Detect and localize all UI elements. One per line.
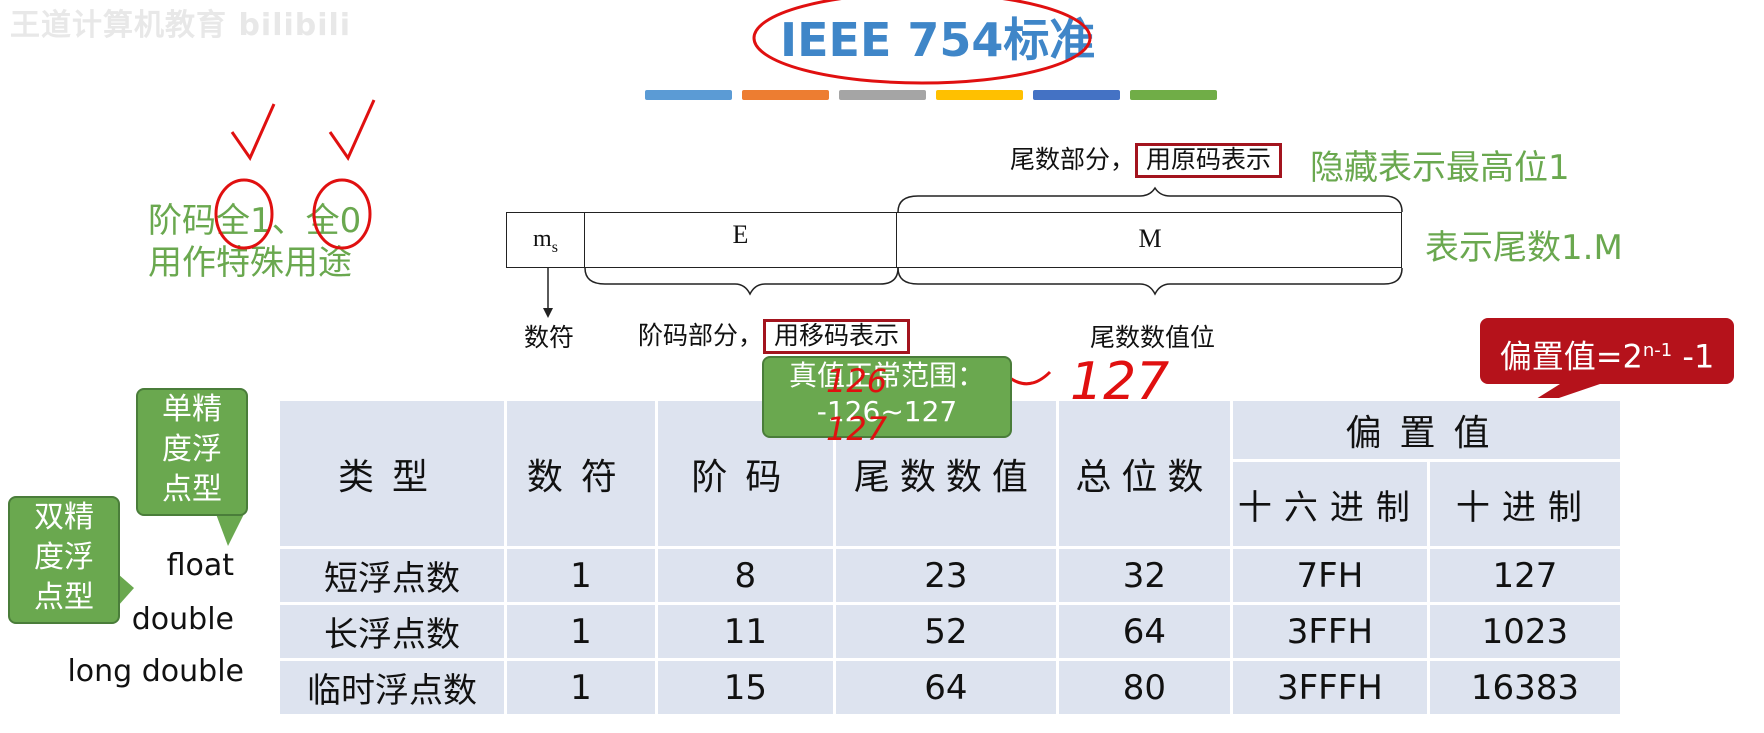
sign-bit-label: 数符 — [524, 325, 575, 352]
handwritten-127-large: 127 — [1070, 352, 1170, 412]
row-type: 长浮点数 — [277, 602, 507, 661]
callout-exponent: n-1 — [1642, 340, 1673, 361]
bias-formula-callout: 偏置值=2n-1 -1 — [1480, 318, 1734, 384]
callout-text: 偏置值=2 — [1499, 337, 1643, 376]
row-exponent: 15 — [654, 658, 836, 717]
callout-text: -1 — [1672, 337, 1715, 376]
callout-text: 度浮 — [162, 432, 222, 467]
callout-text: 双精 — [34, 500, 94, 535]
row-exponent: 11 — [654, 602, 836, 661]
handwritten-126: 126 — [826, 362, 888, 400]
callout-text: 点型 — [34, 580, 94, 615]
row-total: 80 — [1055, 658, 1233, 717]
header-total-bits: 总位数 — [1055, 398, 1233, 549]
row-mantissa: 23 — [832, 546, 1059, 605]
callout-text: 度浮 — [34, 540, 94, 575]
row-mantissa: 52 — [832, 602, 1059, 661]
exponent-label: 阶码部分， 用移码表示 — [638, 316, 911, 354]
row-dec: 1023 — [1426, 602, 1624, 661]
mantissa-bits-label: 尾数数值位 — [1090, 325, 1216, 352]
label-text: 阶码部分， — [638, 323, 764, 350]
row-total: 64 — [1055, 602, 1233, 661]
double-precision-callout: 双精 度浮 点型 — [8, 496, 120, 624]
boxed-label: 用移码表示 — [763, 319, 911, 354]
row-label-long-double: long double — [67, 654, 244, 689]
row-total: 32 — [1055, 546, 1233, 605]
callout-text: 点型 — [162, 472, 222, 507]
row-label-float: float — [166, 548, 234, 583]
header-type: 类型 — [277, 398, 507, 549]
row-sign: 1 — [503, 546, 658, 605]
handwritten-127: 127 — [826, 410, 888, 448]
header-dec: 十进制 — [1426, 459, 1624, 549]
header-sign: 数符 — [503, 398, 658, 549]
header-bias: 偏置值 — [1229, 398, 1624, 462]
row-label-double: double — [131, 602, 234, 637]
row-exponent: 8 — [654, 546, 836, 605]
row-sign: 1 — [503, 658, 658, 717]
row-mantissa: 64 — [832, 658, 1059, 717]
single-precision-callout: 单精 度浮 点型 — [136, 388, 248, 516]
row-hex: 3FFH — [1229, 602, 1430, 661]
row-hex: 7FH — [1229, 546, 1430, 605]
row-dec: 16383 — [1426, 658, 1624, 717]
row-type: 临时浮点数 — [277, 658, 507, 717]
row-dec: 127 — [1426, 546, 1624, 605]
row-sign: 1 — [503, 602, 658, 661]
precision-table: 类型 数符 阶码 尾数数值 总位数 偏置值 十六进制 十进制 短浮点数 1 8 … — [277, 398, 1624, 717]
row-hex: 3FFFH — [1229, 658, 1430, 717]
row-type: 短浮点数 — [277, 546, 507, 605]
header-hex: 十六进制 — [1229, 459, 1430, 549]
callout-text: 单精 — [162, 392, 222, 427]
